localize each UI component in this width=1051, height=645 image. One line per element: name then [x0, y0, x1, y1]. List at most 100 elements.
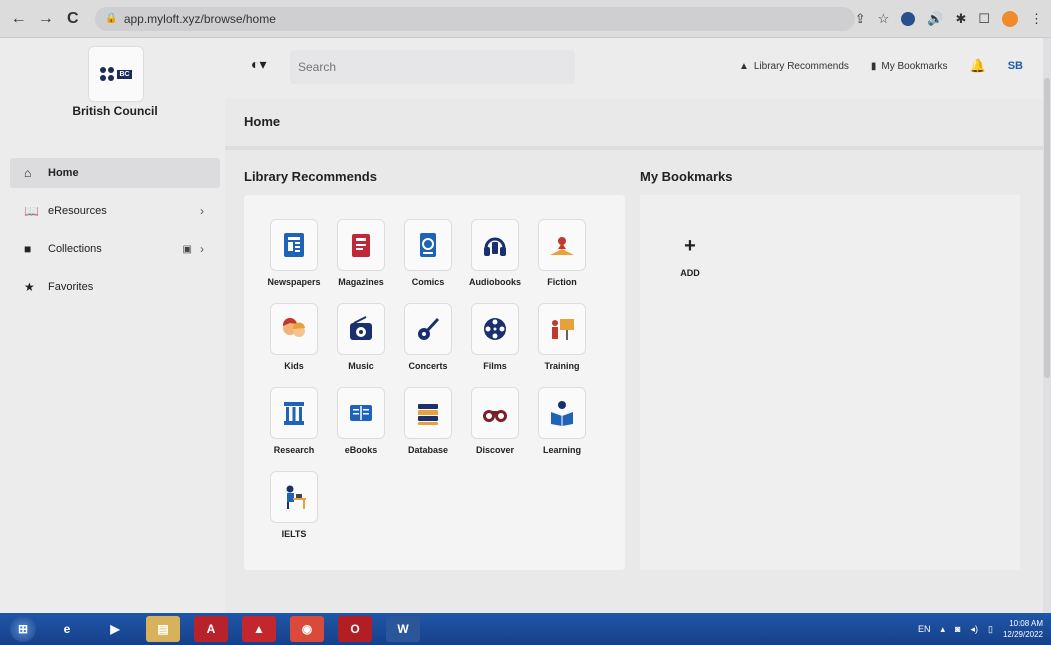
library-recommends-panel: Newspapers Magazines Comics Audiobooks F…	[244, 195, 625, 570]
lock-icon: 🔒	[105, 13, 118, 24]
internet-explorer-icon[interactable]: e	[50, 616, 84, 642]
compass-dropdown-icon[interactable]: ◐▾	[251, 56, 266, 73]
tile-discover[interactable]: Discover	[462, 387, 528, 467]
tray-arrow-icon[interactable]: ▴	[941, 624, 946, 635]
forward-arrow-icon[interactable]: →	[35, 8, 56, 30]
file-explorer-icon[interactable]: ▤	[146, 616, 180, 642]
taskbar-clock[interactable]: 10:08 AM 12/29/2022	[1003, 618, 1043, 640]
collection-badge-icon[interactable]: ▣	[183, 244, 192, 255]
tab-window-icon[interactable]: ☐	[978, 11, 990, 27]
tile-comics[interactable]: Comics	[395, 219, 461, 299]
sidebar-item-label: Favorites	[48, 281, 94, 293]
bookmark-star-icon[interactable]: ☆	[878, 11, 890, 27]
pdf-icon[interactable]: ▲	[242, 616, 276, 642]
my-bookmarks-link[interactable]: ▮ My Bookmarks	[871, 61, 948, 72]
folder-icon: ■	[24, 242, 32, 256]
share-icon[interactable]: ⇪	[855, 11, 866, 27]
british-council-logo[interactable]: BC	[88, 46, 144, 102]
system-tray: EN ▴ ◙ ◂) ▯ 10:08 AM 12/29/2022	[918, 618, 1051, 640]
add-bookmark-button[interactable]: + ADD	[670, 235, 710, 278]
plus-icon: +	[684, 235, 696, 257]
kebab-menu-icon[interactable]: ⋮	[1030, 11, 1043, 27]
student-desk-icon	[286, 485, 306, 509]
logo-dots-icon	[100, 67, 115, 81]
radio-icon	[350, 316, 372, 340]
sidebar-item-label: Collections	[48, 243, 102, 255]
pillar-icon	[284, 402, 304, 425]
divider	[225, 146, 1051, 150]
database-icon	[418, 404, 438, 425]
sidebar-item-label: Home	[48, 167, 79, 179]
tile-films[interactable]: Films	[462, 303, 528, 383]
newspaper-icon	[284, 233, 304, 257]
tile-ielts[interactable]: IELTS	[261, 471, 327, 551]
tile-concerts[interactable]: Concerts	[395, 303, 461, 383]
film-reel-icon	[484, 318, 506, 340]
bell-icon[interactable]: 🔔	[970, 58, 986, 74]
sidebar-item-collections[interactable]: ■ Collections ▣ ›	[10, 234, 220, 264]
battery-icon[interactable]: ▯	[988, 624, 993, 635]
media-player-icon[interactable]: ▶	[98, 616, 132, 642]
tile-magazines[interactable]: Magazines	[328, 219, 394, 299]
address-bar[interactable]: 🔒 app.myloft.xyz/browse/home	[95, 6, 855, 31]
org-name: British Council	[72, 104, 158, 118]
tile-training[interactable]: Training	[529, 303, 595, 383]
browser-actions: ⇪ ☆ 🔊 ✱ ☐ ⋮	[855, 10, 1043, 27]
user-avatar[interactable]: SB	[1008, 60, 1023, 72]
star-icon: ★	[24, 280, 35, 294]
volume-icon[interactable]: ◂)	[970, 624, 978, 635]
chrome-icon[interactable]: ◉	[290, 616, 324, 642]
reload-icon[interactable]: C	[62, 8, 83, 30]
book-icon: 📖	[24, 204, 39, 218]
library-recommends-link[interactable]: ▲ Library Recommends	[739, 61, 849, 72]
tile-kids[interactable]: Kids	[261, 303, 327, 383]
chevron-right-icon: ›	[200, 242, 204, 256]
sidebar: BC British Council ⌂ Home 📖 eResources ›…	[0, 38, 225, 613]
sidebar-item-favorites[interactable]: ★ Favorites	[10, 272, 220, 302]
headphones-icon	[484, 237, 506, 256]
word-icon[interactable]: W	[386, 616, 420, 642]
bookmarks-panel: + ADD	[640, 195, 1020, 570]
bookmarks-section-title: My Bookmarks	[640, 169, 733, 184]
tile-audiobooks[interactable]: Audiobooks	[462, 219, 528, 299]
sidebar-menu: ⌂ Home 📖 eResources › ■ Collections ▣ › …	[10, 158, 220, 310]
windows-taskbar: ⊞ e ▶ ▤ A ▲ ◉ O W EN ▴ ◙ ◂) ▯ 10:08 AM 1…	[0, 613, 1051, 645]
home-icon: ⌂	[24, 166, 32, 180]
tile-newspapers[interactable]: Newspapers	[261, 219, 327, 299]
search-input[interactable]	[290, 50, 575, 84]
comic-icon	[420, 233, 436, 257]
profile-avatar[interactable]	[1002, 10, 1018, 27]
audio-icon[interactable]: 🔊	[927, 11, 943, 27]
tile-research[interactable]: Research	[261, 387, 327, 467]
library-icon: ▲	[738, 60, 749, 72]
bookmark-icon: ▮	[870, 60, 877, 72]
presentation-icon	[552, 319, 574, 340]
app-header: ◐▾ ▲ Library Recommends ▮ My Bookmarks 🔔…	[225, 38, 1051, 98]
tile-ebooks[interactable]: eBooks	[328, 387, 394, 467]
language-indicator[interactable]: EN	[918, 624, 931, 634]
browser-toolbar: ← → C 🔒 app.myloft.xyz/browse/home ⇪ ☆ 🔊…	[0, 0, 1051, 38]
add-label: ADD	[680, 268, 700, 278]
page-scrollbar[interactable]	[1043, 38, 1051, 613]
puzzle-icon[interactable]: ✱	[955, 11, 966, 27]
fiction-icon	[550, 237, 574, 255]
guitar-icon	[418, 317, 440, 340]
sidebar-item-label: eResources	[48, 205, 107, 217]
opera-icon[interactable]: O	[338, 616, 372, 642]
acrobat-icon[interactable]: A	[194, 616, 228, 642]
back-arrow-icon[interactable]: ←	[8, 8, 29, 30]
sidebar-item-home[interactable]: ⌂ Home	[10, 158, 220, 188]
binoculars-icon	[483, 410, 507, 422]
tile-music[interactable]: Music	[328, 303, 394, 383]
sidebar-item-eresources[interactable]: 📖 eResources ›	[10, 196, 220, 226]
magazine-icon	[352, 234, 370, 257]
extension-icon[interactable]	[901, 11, 916, 26]
network-icon[interactable]: ◙	[955, 624, 960, 634]
header-links: ▲ Library Recommends ▮ My Bookmarks 🔔 SB	[739, 58, 1023, 74]
tile-learning[interactable]: Learning	[529, 387, 595, 467]
tile-database[interactable]: Database	[395, 387, 461, 467]
start-button-icon[interactable]: ⊞	[10, 616, 36, 642]
kids-icon	[282, 317, 305, 337]
tile-fiction[interactable]: Fiction	[529, 219, 595, 299]
scrollbar-thumb[interactable]	[1044, 78, 1050, 378]
